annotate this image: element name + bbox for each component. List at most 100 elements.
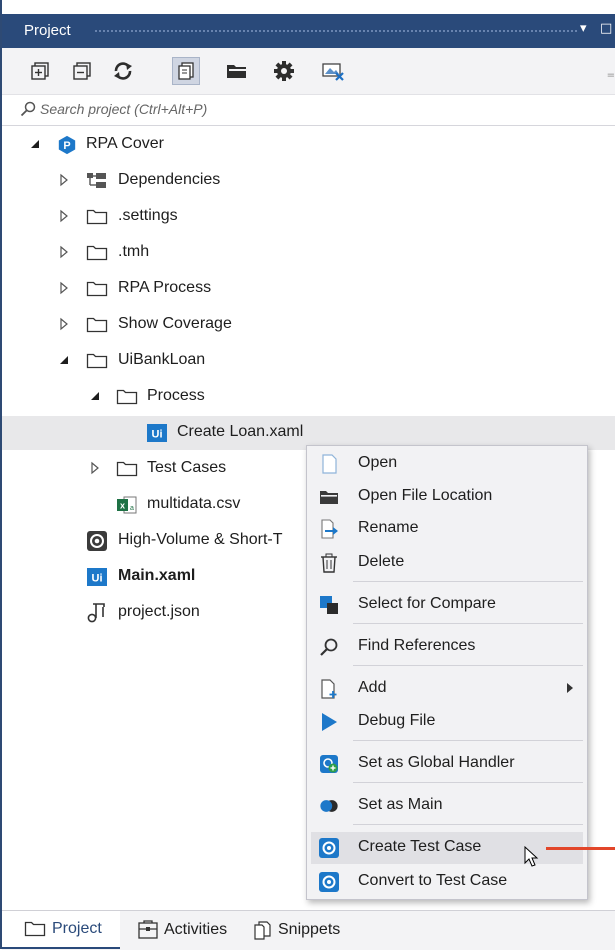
open-folder-icon [227,65,246,78]
trash-icon [321,553,337,573]
menu-item-open[interactable]: Open [307,448,587,480]
tree-label: Create Loan.xaml [177,423,304,440]
menu-item-rename[interactable]: Rename [307,513,587,545]
tab-activities[interactable]: Activities [138,911,227,949]
show-all-files-button[interactable] [172,57,200,85]
refresh-icon [114,62,132,80]
tree-label: Dependencies [118,171,221,188]
collapsed-arrow-icon[interactable] [57,209,71,223]
file-icon [322,454,337,474]
menu-item-create-test-case[interactable]: Create Test Case [311,832,583,864]
test-case-icon [87,531,107,551]
dock-button[interactable]: □ [600,21,612,36]
menu-label: Open File Location [358,487,493,504]
panel-menu-button[interactable]: ▾ [580,21,587,36]
settings-button[interactable] [270,57,298,85]
menu-label: Find References [358,637,476,654]
tree-node-tmh[interactable]: .tmh [2,236,615,270]
collapsed-arrow-icon[interactable] [57,245,71,259]
toolbar-overflow[interactable]: = [607,70,615,81]
panel-tab-bar: Project Activities Snippets [2,910,615,950]
tree-node-uibankloan[interactable]: UiBankLoan [2,344,615,378]
submenu-arrow-icon [567,683,573,693]
menu-item-set-as-main[interactable]: Set as Main [307,790,587,822]
collapsed-arrow-icon[interactable] [57,317,71,331]
expand-all-button[interactable] [26,57,54,85]
uipath-xaml-icon: Ui [87,568,107,586]
menu-item-select-for-compare[interactable]: Select for Compare [307,589,587,621]
folder-icon [86,209,108,225]
menu-item-open-file-location[interactable]: Open File Location [307,481,587,513]
search-input[interactable]: Search project (Ctrl+Alt+P) [40,101,207,117]
folder-icon [86,353,108,369]
svg-text:Ui: Ui [152,429,163,441]
panel-title: Project [24,22,71,39]
folder-icon [116,461,138,477]
tree-node-rpa-process[interactable]: RPA Process [2,272,615,306]
tree-label: Test Cases [147,459,227,476]
expanded-arrow-icon[interactable] [57,353,71,367]
menu-label: Create Test Case [358,838,482,855]
tree-node-show-coverage[interactable]: Show Coverage [2,308,615,342]
tree-label: Main.xaml [118,567,196,584]
project-toolbar: = [2,48,615,95]
collapse-all-button[interactable] [68,57,96,85]
tree-node-settings[interactable]: .settings [2,200,615,234]
play-icon [322,713,337,731]
tab-project[interactable]: Project [2,911,120,949]
menu-label: Open [358,454,398,471]
snippets-icon [254,921,271,940]
menu-separator [353,824,583,825]
collapsed-arrow-icon[interactable] [88,461,102,475]
rename-icon [321,519,338,539]
folder-icon [24,921,46,937]
menu-item-convert-to-test-case[interactable]: Convert to Test Case [307,866,587,898]
expanded-arrow-icon[interactable] [28,137,42,151]
menu-item-find-references[interactable]: Find References [307,631,587,663]
collapse-all-icon [73,62,91,80]
tab-label: Project [52,920,102,937]
menu-item-set-global-handler[interactable]: Set as Global Handler [307,748,587,780]
context-menu: Open Open File Location Rename Delete Se… [306,445,588,900]
menu-separator [353,581,583,582]
refresh-button[interactable] [109,57,137,85]
toggle-icon [320,800,338,812]
remove-unused-button[interactable] [319,57,347,85]
menu-separator [353,782,583,783]
search-icon [320,638,338,656]
uipath-xaml-icon: Ui [147,424,167,442]
panel-title-bar[interactable]: Project ▾ □ [2,14,615,48]
folder-icon [86,245,108,261]
search-project-box[interactable]: Search project (Ctrl+Alt+P) [2,95,615,126]
menu-label: Set as Global Handler [358,754,515,771]
menu-item-debug-file[interactable]: Debug File [307,706,587,738]
menu-label: Add [358,679,387,696]
folder-icon [320,491,338,504]
annotation-arrow [546,847,615,850]
tree-label: Show Coverage [118,315,232,332]
collapsed-arrow-icon[interactable] [57,281,71,295]
menu-item-delete[interactable]: Delete [307,547,587,579]
tree-label: RPA Process [118,279,212,296]
open-folder-button[interactable] [223,57,251,85]
test-case-icon [319,872,339,892]
add-file-icon [321,679,337,699]
show-all-files-icon [178,62,194,80]
menu-item-add[interactable]: Add [307,673,587,705]
tree-node-root[interactable]: P RPA Cover [2,128,615,162]
tree-node-dependencies[interactable]: Dependencies [2,164,615,198]
remove-unused-icon [322,63,344,81]
expanded-arrow-icon[interactable] [88,389,102,403]
svg-text:x: x [120,501,125,511]
menu-label: Delete [358,553,405,570]
compare-icon [320,596,338,614]
project-logo-icon: P [58,135,76,155]
json-file-icon [87,603,105,623]
tab-snippets[interactable]: Snippets [252,911,340,949]
collapsed-arrow-icon[interactable] [57,173,71,187]
folder-icon [116,389,138,405]
tree-node-process[interactable]: Process [2,380,615,414]
menu-separator [353,623,583,624]
search-icon [20,101,36,117]
drag-grip[interactable] [94,29,577,34]
